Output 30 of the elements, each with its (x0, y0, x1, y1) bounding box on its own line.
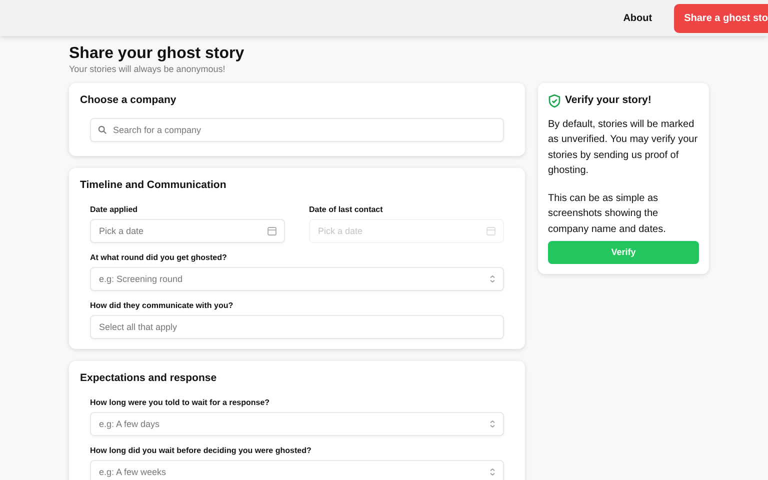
verify-paragraph: This can be as simple as screenshots showing the company name and dates. (548, 192, 667, 237)
search-field[interactable]: Search for a company (90, 118, 504, 142)
select-field[interactable]: e.g: Screening round (90, 267, 504, 292)
verify-title: Verify your story! (565, 93, 652, 108)
field-label: How long were you told to wait for a response? (90, 396, 271, 409)
calendar-icon (267, 226, 277, 236)
field-label: At what round did you get ghosted? (90, 252, 228, 264)
calendar-icon (486, 226, 496, 236)
field-label: How did they communicate with you? (90, 300, 234, 312)
chevron-updown-icon (489, 274, 496, 284)
select-field[interactable]: e.g: A few days (90, 412, 504, 436)
chevron-updown-icon (489, 419, 496, 428)
field-label: Date of last contact (309, 204, 384, 216)
search-icon (98, 126, 107, 135)
page-subtitle: Your stories will always be anonymous! (69, 63, 226, 76)
card-title: Timeline and Communication (80, 178, 228, 194)
share-story-button[interactable]: Share a ghost sto (674, 4, 768, 32)
select-field[interactable]: e.g: A few weeks (90, 460, 504, 480)
shield-check-icon (548, 94, 561, 108)
field-label: Date applied (90, 204, 139, 216)
card-title: Expectations and response (80, 371, 218, 386)
verify-button[interactable]: Verify (548, 241, 699, 264)
card-title: Choose a company (80, 92, 178, 108)
about-link[interactable]: About (617, 6, 658, 30)
page-title: Share your ghost story (69, 44, 246, 64)
multi-select-field[interactable]: Select all that apply (90, 315, 504, 340)
chevron-updown-icon (489, 467, 496, 476)
field-label: How long did you wait before deciding you were ghosted? (90, 444, 312, 457)
date-field[interactable]: Pick a date (90, 219, 285, 244)
verify-paragraph: By default, stories will be marked as unverified. You may verify your stories by sending us proof of ghosting. (548, 118, 699, 178)
